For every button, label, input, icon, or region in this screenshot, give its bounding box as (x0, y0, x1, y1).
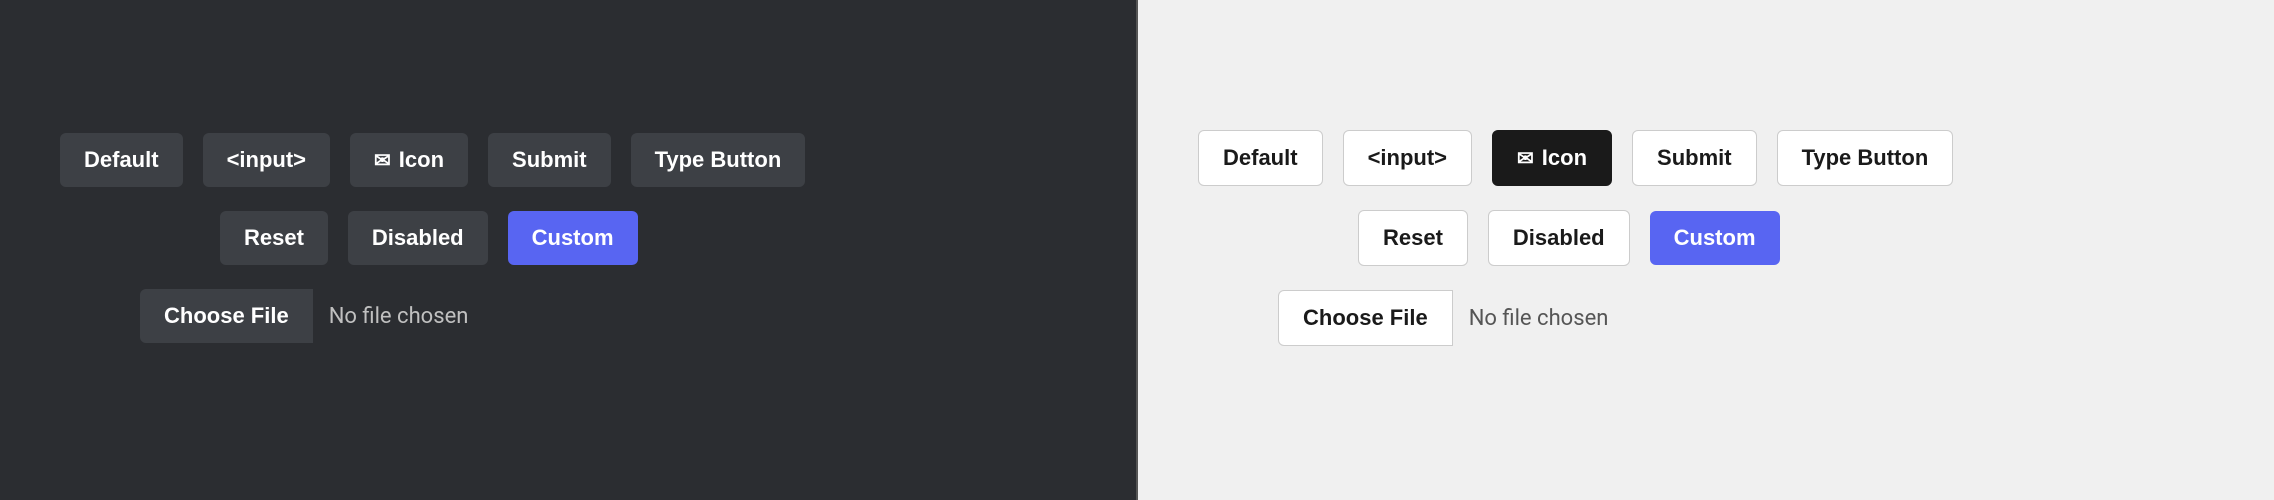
dark-input-button[interactable]: <input> (203, 133, 330, 187)
light-row-3: Choose File No file chosen (1198, 290, 2214, 346)
light-reset-button[interactable]: Reset (1358, 210, 1468, 266)
mail-icon-light: ✉ (1517, 146, 1534, 171)
dark-choose-file-button[interactable]: Choose File (140, 289, 313, 343)
light-no-file-text: No file chosen (1453, 292, 1625, 345)
dark-file-input: Choose File No file chosen (140, 289, 484, 343)
dark-row-1: Default <input> ✉ Icon Submit Type Butto… (60, 133, 1076, 187)
dark-icon-button[interactable]: ✉ Icon (350, 133, 468, 187)
light-default-button[interactable]: Default (1198, 130, 1323, 186)
dark-reset-button[interactable]: Reset (220, 211, 328, 265)
mail-icon: ✉ (374, 148, 391, 173)
dark-icon-button-label: Icon (399, 147, 444, 173)
light-icon-button-label: Icon (1542, 145, 1587, 171)
dark-default-button[interactable]: Default (60, 133, 183, 187)
dark-type-button[interactable]: Type Button (631, 133, 806, 187)
light-file-input: Choose File No file chosen (1278, 290, 1624, 346)
dark-row-2: Reset Disabled Custom (60, 211, 1076, 265)
light-type-button[interactable]: Type Button (1777, 130, 1954, 186)
dark-disabled-button[interactable]: Disabled (348, 211, 488, 265)
light-icon-button[interactable]: ✉ Icon (1492, 130, 1612, 186)
light-choose-file-button[interactable]: Choose File (1278, 290, 1453, 346)
light-input-button[interactable]: <input> (1343, 130, 1472, 186)
light-custom-button[interactable]: Custom (1650, 211, 1780, 265)
light-submit-button[interactable]: Submit (1632, 130, 1757, 186)
light-panel: Default <input> ✉ Icon Submit Type Butto… (1138, 0, 2274, 500)
dark-no-file-text: No file chosen (313, 290, 485, 343)
dark-panel: Default <input> ✉ Icon Submit Type Butto… (0, 0, 1136, 500)
light-disabled-button[interactable]: Disabled (1488, 210, 1630, 266)
dark-submit-button[interactable]: Submit (488, 133, 611, 187)
light-row-2: Reset Disabled Custom (1198, 210, 2214, 266)
dark-custom-button[interactable]: Custom (508, 211, 638, 265)
light-row-1: Default <input> ✉ Icon Submit Type Butto… (1198, 130, 2214, 186)
dark-row-3: Choose File No file chosen (60, 289, 1076, 343)
